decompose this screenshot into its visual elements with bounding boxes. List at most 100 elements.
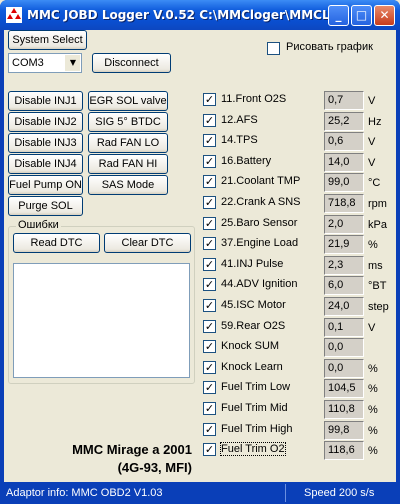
param-label-17: Fuel Trim O2	[220, 442, 286, 457]
param-value-9: 6,0	[324, 276, 364, 296]
param-checkbox-12[interactable]: ✓	[203, 340, 216, 354]
param-unit-2: V	[368, 136, 376, 149]
app-logo-icon	[6, 7, 22, 23]
param-checkbox-13[interactable]: ✓	[203, 360, 216, 374]
param-checkbox-16[interactable]: ✓	[203, 422, 216, 436]
action-right-button-0[interactable]: EGR SOL valve	[88, 91, 168, 111]
param-unit-17: %	[368, 445, 378, 458]
param-label-2: 14.TPS	[221, 134, 258, 147]
action-left-button-5[interactable]: Purge SOL	[8, 196, 83, 216]
param-value-0: 0,7	[324, 91, 364, 110]
param-checkbox-8[interactable]: ✓	[203, 257, 216, 271]
title-bar[interactable]: MMC JOBD Logger V.0.52 C:\MMCloger\MMCL.…	[0, 0, 400, 30]
action-right-button-4[interactable]: SAS Mode	[88, 175, 168, 195]
param-label-12: Knock SUM	[221, 340, 280, 353]
param-checkbox-7[interactable]: ✓	[203, 237, 216, 251]
param-unit-9: °BT	[368, 280, 387, 293]
param-value-7: 21,9	[324, 235, 364, 255]
param-unit-10: step	[368, 301, 389, 313]
param-checkbox-9[interactable]: ✓	[203, 278, 216, 292]
read-dtc-button[interactable]: Read DTC	[13, 233, 100, 253]
disconnect-button[interactable]: Disconnect	[92, 53, 171, 73]
status-bar: Adaptor info: MMC OBD2 V1.03 Speed 200 s…	[0, 482, 400, 504]
param-checkbox-11[interactable]: ✓	[203, 319, 216, 333]
close-button[interactable]: ✕	[374, 5, 395, 26]
param-checkbox-4[interactable]: ✓	[203, 175, 216, 189]
param-label-3: 16.Battery	[221, 154, 272, 167]
param-checkbox-15[interactable]: ✓	[203, 402, 216, 415]
param-unit-16: %	[368, 424, 378, 437]
clear-dtc-button[interactable]: Clear DTC	[104, 233, 191, 253]
param-value-6: 2,0	[324, 214, 364, 234]
window-title: MMC JOBD Logger V.0.52 C:\MMCloger\MMCL.…	[27, 8, 344, 22]
param-label-4: 21.Coolant TMP	[221, 175, 301, 188]
param-checkbox-2[interactable]: ✓	[203, 134, 216, 148]
param-label-8: 41.INJ Pulse	[221, 257, 284, 270]
param-unit-3: V	[368, 156, 376, 169]
com-port-value: COM3	[12, 57, 44, 69]
action-right-button-2[interactable]: Rad FAN LO	[88, 133, 168, 153]
param-label-15: Fuel Trim Mid	[221, 402, 288, 414]
system-select-button[interactable]: System Select	[8, 30, 87, 50]
param-label-9: 44.ADV Ignition	[221, 278, 298, 291]
param-unit-15: %	[368, 404, 378, 416]
param-value-4: 99,0	[324, 173, 364, 193]
param-label-16: Fuel Trim High	[221, 422, 293, 435]
param-value-12: 0,0	[324, 338, 364, 358]
param-label-14: Fuel Trim Low	[221, 381, 291, 394]
action-left-button-4[interactable]: Fuel Pump ON	[8, 175, 83, 195]
param-unit-6: kPa	[368, 218, 387, 231]
status-divider	[285, 484, 286, 502]
param-label-1: 12.AFS	[221, 113, 258, 126]
car-model-label: MMC Mirage a 2001	[72, 442, 192, 457]
param-value-14: 104,5	[324, 379, 364, 399]
param-checkbox-3[interactable]: ✓	[203, 154, 216, 168]
param-unit-8: ms	[368, 259, 383, 272]
param-checkbox-17[interactable]: ✓	[203, 443, 216, 457]
param-checkbox-10[interactable]: ✓	[203, 299, 216, 312]
param-unit-0: V	[368, 95, 376, 107]
action-right-button-3[interactable]: Rad FAN HI	[88, 154, 168, 174]
action-left-button-2[interactable]: Disable INJ3	[8, 133, 83, 153]
param-value-13: 0,0	[324, 358, 364, 378]
param-checkbox-6[interactable]: ✓	[203, 216, 216, 230]
client-area: System Select COM3 ▼ Disconnect Рисовать…	[4, 30, 396, 482]
param-unit-11: V	[368, 321, 376, 334]
param-value-11: 0,1	[324, 317, 364, 337]
param-value-16: 99,8	[324, 420, 364, 440]
param-value-15: 110,8	[324, 400, 364, 419]
param-checkbox-5[interactable]: ✓	[203, 196, 216, 209]
param-label-13: Knock Learn	[221, 360, 283, 373]
action-left-button-0[interactable]: Disable INJ1	[8, 91, 83, 111]
param-label-7: 37.Engine Load	[221, 237, 299, 250]
draw-chart-checkbox[interactable]	[267, 42, 280, 55]
param-value-17: 118,6	[324, 441, 364, 461]
chevron-down-icon[interactable]: ▼	[65, 55, 80, 71]
draw-chart-label: Рисовать график	[286, 41, 373, 53]
param-label-6: 25.Baro Sensor	[221, 216, 298, 229]
param-checkbox-0[interactable]: ✓	[203, 93, 216, 106]
param-unit-13: %	[368, 362, 378, 375]
param-label-10: 45.ISC Motor	[221, 299, 286, 311]
param-value-3: 14,0	[324, 152, 364, 172]
param-label-11: 59.Rear O2S	[221, 319, 286, 332]
param-label-0: 11.Front O2S	[221, 93, 287, 105]
maximize-button[interactable]: □	[351, 5, 372, 26]
com-port-select[interactable]: COM3 ▼	[8, 53, 82, 73]
param-unit-4: °C	[368, 177, 381, 190]
action-right-button-1[interactable]: SIG 5° BTDC	[88, 112, 168, 132]
param-checkbox-1[interactable]: ✓	[203, 113, 216, 127]
car-engine-label: (4G-93, MFI)	[117, 460, 192, 475]
errors-group-title: Ошибки	[16, 219, 61, 231]
param-value-10: 24,0	[324, 297, 364, 316]
param-value-2: 0,6	[324, 132, 364, 152]
minimize-button[interactable]: _	[328, 5, 349, 26]
speed-info: Speed 200 s/s	[304, 487, 375, 499]
action-left-button-3[interactable]: Disable INJ4	[8, 154, 83, 174]
param-label-5: 22.Crank A SNS	[221, 196, 301, 208]
param-value-5: 718,8	[324, 194, 364, 213]
param-value-8: 2,3	[324, 255, 364, 275]
dtc-list-box[interactable]	[13, 263, 190, 378]
param-checkbox-14[interactable]: ✓	[203, 381, 216, 395]
action-left-button-1[interactable]: Disable INJ2	[8, 112, 83, 132]
